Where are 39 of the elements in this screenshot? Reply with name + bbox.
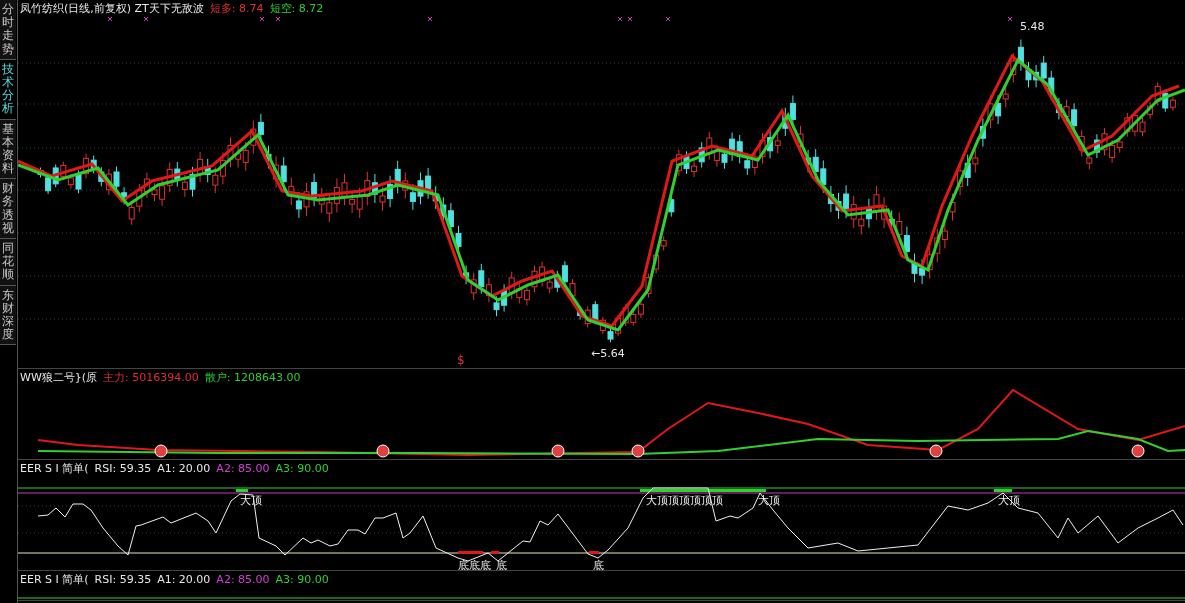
side-tab[interactable]: 分时走势: [0, 0, 16, 60]
high-price-label: 5.48: [1020, 20, 1045, 33]
legend-item: 散户: 1208643.00: [204, 369, 301, 385]
legend-item: A3: 90.00: [275, 572, 329, 586]
bottom-signal-bar: [458, 551, 483, 554]
ball-marker-icon: [376, 444, 390, 458]
legend-item: RSI: 59.35: [94, 572, 152, 586]
legend-item: A2: 85.00: [216, 461, 270, 475]
low-price-label: ←5.64: [591, 347, 625, 360]
bottom-signal-label: 底: [593, 559, 604, 570]
side-tab[interactable]: 东财深度: [0, 285, 16, 346]
ball-marker-icon: [1131, 444, 1145, 458]
top-signal-label: 大顶: [240, 494, 262, 507]
indicator-title: WW狼二号}(原: [20, 369, 98, 385]
ball-marker-icon: [929, 444, 943, 458]
indicator-title: EER S I 简单(: [20, 460, 89, 476]
bottom-signal-label: 底底底: [458, 559, 491, 570]
bottom-signal-label: 底: [496, 559, 507, 570]
bottom-signal-bar: [589, 551, 599, 554]
legend-item: 主力: 5016394.00: [103, 369, 199, 385]
legend-item: RSI: 59.35: [94, 461, 152, 475]
ball-marker-icon: [154, 444, 168, 458]
ball-marker-icon: [631, 444, 645, 458]
top-signal-label: 大顶: [758, 494, 780, 507]
top-signal-label: 大顶顶顶顶顶顶: [646, 494, 723, 507]
legend-item: 短空: 8.72: [269, 0, 324, 16]
signal-mark: $: [457, 353, 465, 367]
legend-item: A3: 90.00: [275, 461, 329, 475]
indicator-title: EER S I 简单(: [20, 571, 89, 587]
side-tab[interactable]: 基本资料: [0, 119, 16, 180]
legend-item: A2: 85.00: [216, 572, 270, 586]
legend-item: A1: 20.00: [157, 572, 211, 586]
side-tab[interactable]: 同花顺: [0, 239, 16, 286]
chart-title: 凤竹纺织(日线,前复权) ZT天下无敌波: [20, 0, 204, 16]
bottom-signal-bar: [491, 551, 499, 554]
legend-item: A1: 20.00: [157, 461, 211, 475]
legend-item: 短多: 8.74: [209, 0, 264, 16]
side-tab[interactable]: 财务透视: [0, 179, 16, 239]
ball-marker-icon: [551, 444, 565, 458]
